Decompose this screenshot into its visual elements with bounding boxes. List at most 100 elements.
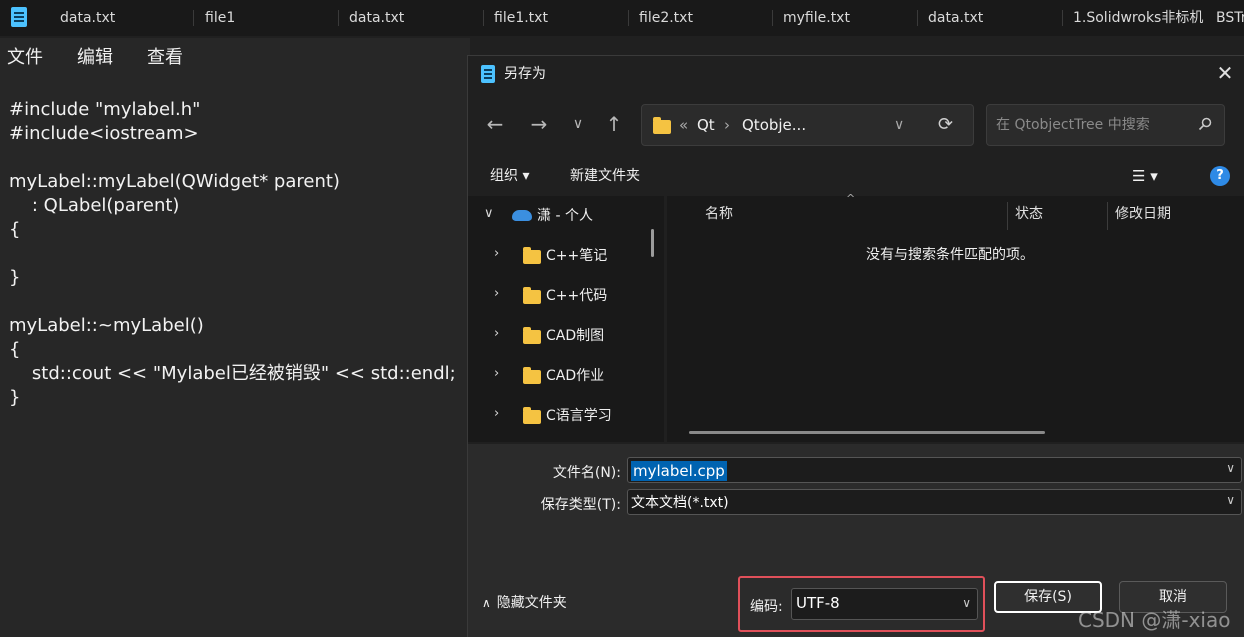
menu-bar: 文件 编辑 查看 <box>0 38 470 78</box>
empty-results-message: 没有与搜索条件匹配的项。 <box>866 247 1034 263</box>
save-as-dialog: 另存为 ✕ ← → ∨ ↑ « Qt › Qtobje... ∨ ⟳ 在 Qto… <box>467 55 1244 637</box>
chevron-down-icon[interactable]: ∨ <box>484 206 494 221</box>
filename-label: 文件名(N): <box>552 465 621 481</box>
filename-input[interactable]: mylabel.cpp ∨ <box>627 457 1242 483</box>
search-input[interactable]: 在 QtobjectTree 中搜索 <box>986 104 1225 146</box>
up-arrow-icon[interactable]: ↑ <box>600 110 628 138</box>
onedrive-cloud-icon <box>512 210 532 221</box>
tab-data-txt-3[interactable]: data.txt <box>928 0 983 36</box>
tab-file2-txt[interactable]: file2.txt <box>639 0 693 36</box>
chevron-right-icon[interactable]: › <box>494 286 499 301</box>
navigation-tree: ∨ 潇 - 个人 › C++笔记 › C++代码 › CAD制图 › CAD作业… <box>468 196 664 442</box>
chevron-down-icon[interactable]: ∨ <box>1226 461 1235 475</box>
column-header-name[interactable]: 名称 <box>705 196 733 232</box>
tab-data-txt[interactable]: data.txt <box>60 0 115 36</box>
code-line: std::cout << "Mylabel已经被销毁" << std::endl… <box>9 363 456 384</box>
hide-folders-toggle[interactable]: ∧ 隐藏文件夹 <box>482 592 567 612</box>
filename-value: mylabel.cpp <box>631 461 727 481</box>
tree-item-onedrive[interactable]: ∨ 潇 - 个人 <box>468 196 648 236</box>
column-separator[interactable] <box>1107 202 1108 230</box>
breadcrumb-separator-icon: › <box>724 116 730 134</box>
filetype-label: 保存类型(T): <box>540 497 621 513</box>
address-bar[interactable]: « Qt › Qtobje... ∨ ⟳ <box>641 104 974 146</box>
back-arrow-icon[interactable]: ← <box>481 110 509 138</box>
tree-item-folder[interactable]: › CAD作业 <box>468 356 648 396</box>
code-line: { <box>9 219 21 240</box>
tab-data-txt-2[interactable]: data.txt <box>349 0 404 36</box>
tab-separator <box>338 10 339 26</box>
column-separator[interactable] <box>1007 202 1008 230</box>
filetype-value: 文本文档(*.txt) <box>631 495 729 511</box>
tab-separator <box>1062 10 1063 26</box>
tab-separator <box>483 10 484 26</box>
encoding-label: 编码: <box>750 599 783 615</box>
code-line: myLabel::~myLabel() <box>9 315 204 336</box>
list-horizontal-scrollbar[interactable] <box>689 431 1045 434</box>
breadcrumb-qtobjecttree[interactable]: Qtobje... <box>742 105 806 145</box>
close-button[interactable]: ✕ <box>1205 56 1244 92</box>
tab-solidworks[interactable]: 1.Solidwroks非标机 <box>1073 0 1205 36</box>
tab-bar: data.txt file1 data.txt file1.txt file2.… <box>0 0 1244 36</box>
chevron-up-icon: ∧ <box>482 596 491 610</box>
view-options-icon[interactable]: ☰ ▾ <box>1132 156 1158 196</box>
tree-item-folder[interactable]: › CAD制图 <box>468 316 648 356</box>
chevron-right-icon[interactable]: › <box>494 246 499 261</box>
folder-icon <box>653 117 671 134</box>
code-line: } <box>9 267 21 288</box>
menu-edit[interactable]: 编辑 <box>77 38 113 78</box>
forward-arrow-icon[interactable]: → <box>525 110 553 138</box>
dialog-titlebar: 另存为 ✕ <box>468 56 1244 92</box>
tab-separator <box>917 10 918 26</box>
tree-item-label: C++笔记 <box>546 248 608 264</box>
breadcrumb-overflow[interactable]: « <box>679 105 688 145</box>
command-bar: 组织 ▾ 新建文件夹 ☰ ▾ ? <box>468 156 1244 196</box>
file-list: ^ 名称 状态 修改日期 没有与搜索条件匹配的项。 <box>667 192 1244 442</box>
breadcrumb-qt[interactable]: Qt <box>697 105 715 145</box>
chevron-down-icon[interactable]: ∨ <box>962 596 971 610</box>
column-header-modified[interactable]: 修改日期 <box>1115 196 1171 232</box>
encoding-value: UTF-8 <box>796 594 840 612</box>
notepad-icon <box>11 7 27 27</box>
column-header-status[interactable]: 状态 <box>1015 196 1043 232</box>
tree-item-folder[interactable]: › C++笔记 <box>468 236 648 276</box>
tree-scrollbar[interactable] <box>651 229 654 257</box>
tree-item-folder[interactable]: › C++代码 <box>468 276 648 316</box>
notepad-icon <box>481 65 495 83</box>
folder-icon <box>523 407 541 424</box>
text-editor[interactable]: #include "mylabel.h" #include<iostream> … <box>0 78 467 637</box>
code-line: } <box>9 387 21 408</box>
organize-button[interactable]: 组织 ▾ <box>490 156 529 196</box>
code-line: : QLabel(parent) <box>9 195 180 216</box>
chevron-right-icon[interactable]: › <box>494 326 499 341</box>
help-icon[interactable]: ? <box>1210 166 1230 186</box>
tab-separator <box>628 10 629 26</box>
tree-item-folder[interactable]: › C语言学习 <box>468 396 648 436</box>
tab-myfile-txt[interactable]: myfile.txt <box>783 0 850 36</box>
new-folder-button[interactable]: 新建文件夹 <box>570 156 640 196</box>
chevron-down-icon[interactable]: ∨ <box>1226 493 1235 507</box>
dialog-title: 另存为 <box>504 66 546 82</box>
code-line: #include<iostream> <box>9 123 199 144</box>
tree-item-label: C++代码 <box>546 288 608 304</box>
encoding-select[interactable]: UTF-8 ∨ <box>791 588 978 620</box>
filetype-select[interactable]: 文本文档(*.txt) ∨ <box>627 489 1242 515</box>
search-icon[interactable] <box>1198 117 1212 135</box>
tab-bstr[interactable]: BSTr <box>1216 0 1244 36</box>
folder-icon <box>523 247 541 264</box>
tab-file1[interactable]: file1 <box>205 0 235 36</box>
tab-separator <box>193 10 194 26</box>
chevron-right-icon[interactable]: › <box>494 366 499 381</box>
refresh-icon[interactable]: ⟳ <box>938 105 953 145</box>
menu-file[interactable]: 文件 <box>7 38 43 78</box>
search-placeholder: 在 QtobjectTree 中搜索 <box>996 117 1150 133</box>
address-dropdown-chevron-icon[interactable]: ∨ <box>894 105 904 145</box>
menu-view[interactable]: 查看 <box>147 38 183 78</box>
folder-icon <box>523 367 541 384</box>
tab-file1-txt[interactable]: file1.txt <box>494 0 548 36</box>
code-line: { <box>9 339 21 360</box>
recent-locations-chevron-icon[interactable]: ∨ <box>564 110 592 138</box>
tab-separator <box>772 10 773 26</box>
chevron-right-icon[interactable]: › <box>494 406 499 421</box>
hide-folders-label: 隐藏文件夹 <box>496 595 567 611</box>
folder-icon <box>523 287 541 304</box>
